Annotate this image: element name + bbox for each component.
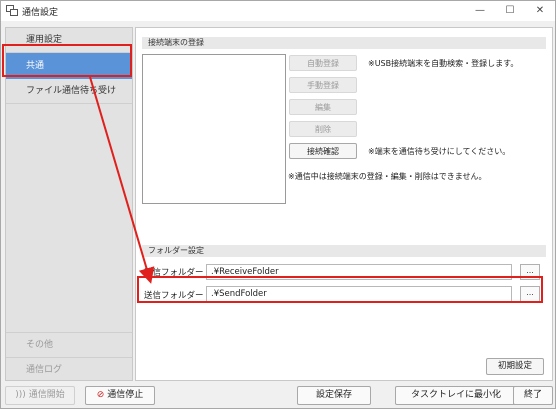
- stop-comm-button[interactable]: ⊘ 通信停止: [85, 386, 155, 405]
- exit-button[interactable]: 終了: [513, 386, 553, 405]
- send-folder-input[interactable]: .¥SendFolder: [206, 286, 512, 302]
- folder-group-header: フォルダー設定: [142, 245, 546, 257]
- close-icon[interactable]: ✕: [525, 1, 555, 21]
- app-icon: [6, 5, 18, 16]
- settings-window: 通信設定 — ☐ ✕ 運用設定 共通 ファイル通信待ち受け その他 通信ログ 接…: [0, 0, 556, 409]
- title-bar: 通信設定 — ☐ ✕: [1, 1, 555, 21]
- sidebar-divider: [6, 103, 132, 104]
- sidebar-item-file-wait[interactable]: ファイル通信待ち受け: [6, 79, 132, 103]
- minimize-to-tray-button[interactable]: タスクトレイに最小化: [395, 386, 517, 405]
- manual-register-button[interactable]: 手動登録: [289, 77, 357, 93]
- sidebar-item-common[interactable]: 共通: [6, 53, 132, 79]
- settings-sidebar: 運用設定 共通 ファイル通信待ち受け その他 通信ログ: [5, 27, 133, 381]
- broadcast-icon: ))): [15, 390, 26, 400]
- confirm-connection-button[interactable]: 接続確認: [289, 143, 357, 159]
- initial-settings-button[interactable]: 初期設定: [486, 358, 544, 375]
- common-settings-panel: 接続端末の登録 自動登録 ※USB接続端末を自動検索・登録します。 手動登録 編…: [135, 27, 553, 381]
- start-comm-button[interactable]: ))) 通信開始: [5, 386, 75, 405]
- edit-button[interactable]: 編集: [289, 99, 357, 115]
- stop-comm-icon: ⊘: [96, 390, 105, 400]
- start-comm-label: 通信開始: [28, 390, 65, 400]
- device-list[interactable]: [142, 54, 286, 204]
- window-title: 通信設定: [22, 8, 59, 18]
- device-group-header: 接続端末の登録: [142, 37, 546, 49]
- busy-note: ※通信中は接続端末の登録・編集・削除はできません。: [288, 172, 487, 181]
- sidebar-item-other[interactable]: その他: [6, 333, 132, 357]
- receive-folder-label: 受信フォルダー: [144, 268, 204, 278]
- save-settings-button[interactable]: 設定保存: [297, 386, 371, 405]
- minimize-icon[interactable]: —: [465, 1, 495, 21]
- sidebar-item-log[interactable]: 通信ログ: [6, 358, 132, 382]
- maximize-icon[interactable]: ☐: [495, 1, 525, 21]
- delete-button[interactable]: 削除: [289, 121, 357, 137]
- stop-comm-label: 通信停止: [107, 390, 144, 400]
- wait-note: ※端末を通信待ち受けにしてください。: [368, 147, 511, 156]
- auto-register-button[interactable]: 自動登録: [289, 55, 357, 71]
- send-browse-button[interactable]: ...: [520, 286, 540, 302]
- sidebar-item-operation[interactable]: 運用設定: [6, 28, 132, 52]
- usb-note: ※USB接続端末を自動検索・登録します。: [368, 59, 519, 68]
- receive-browse-button[interactable]: ...: [520, 264, 540, 280]
- send-folder-label: 送信フォルダー: [144, 291, 204, 301]
- receive-folder-input[interactable]: .¥ReceiveFolder: [206, 264, 512, 280]
